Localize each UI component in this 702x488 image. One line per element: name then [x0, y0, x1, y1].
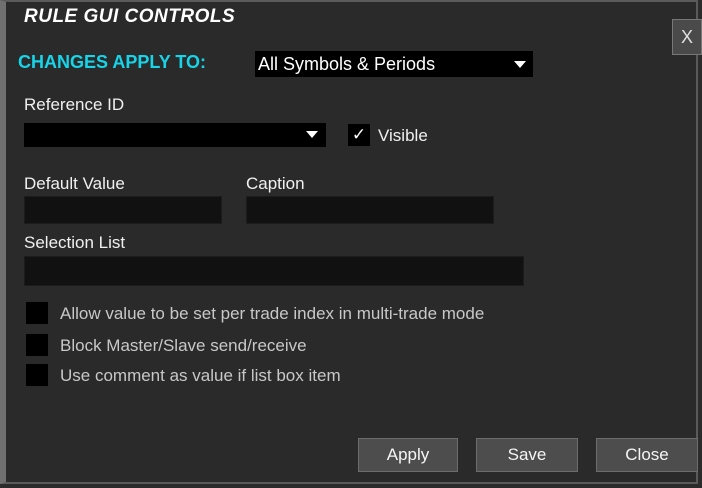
apply-to-label: CHANGES APPLY TO: [18, 52, 207, 72]
default-value-label: Default Value [24, 174, 125, 193]
reference-id-label: Reference ID [24, 95, 125, 114]
option-label-block-master-slave: Block Master/Slave send/receive [60, 336, 307, 355]
option-label-use-comment: Use comment as value if list box item [60, 366, 341, 385]
chevron-down-icon [306, 131, 318, 138]
selection-list-label: Selection List [24, 233, 126, 252]
option-label-multi-trade: Allow value to be set per trade index in… [60, 304, 485, 323]
visible-label: Visible [378, 126, 428, 145]
save-button[interactable]: Save [476, 438, 578, 472]
visible-checkbox[interactable]: ✓ [348, 124, 370, 146]
selection-list-field[interactable] [24, 256, 524, 286]
close-button[interactable]: Close [596, 438, 698, 472]
caption-field[interactable] [246, 196, 494, 224]
close-icon[interactable]: X [672, 19, 702, 55]
apply-to-select[interactable]: All Symbols & Periods [255, 51, 533, 77]
option-checkbox-use-comment[interactable] [26, 364, 48, 386]
apply-to-selected-value: All Symbols & Periods [258, 54, 436, 74]
option-checkbox-block-master-slave[interactable] [26, 334, 48, 356]
chevron-down-icon [514, 61, 526, 68]
default-value-field[interactable] [24, 196, 222, 224]
apply-button[interactable]: Apply [358, 438, 458, 472]
reference-id-select[interactable] [24, 123, 326, 147]
dialog-title: RULE GUI CONTROLS [24, 6, 236, 27]
option-checkbox-multi-trade[interactable] [26, 302, 48, 324]
caption-label: Caption [246, 174, 305, 193]
